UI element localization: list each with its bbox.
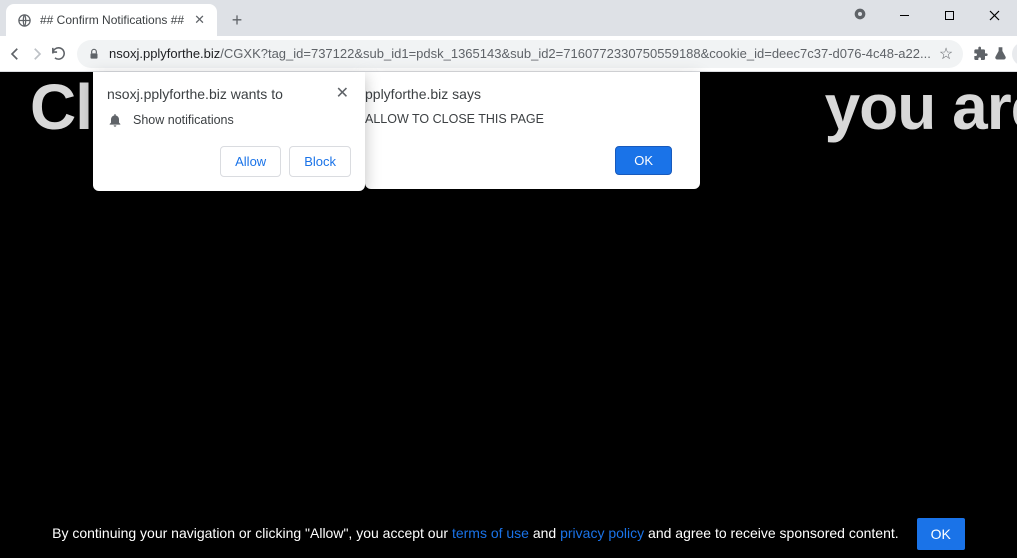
permission-label: Show notifications <box>133 113 234 127</box>
close-window-button[interactable] <box>972 0 1017 30</box>
window-controls <box>846 0 1017 34</box>
forward-button[interactable] <box>28 40 46 68</box>
toolbar: nsoxj.pplyforthe.biz/CGXK?tag_id=737122&… <box>0 36 1017 72</box>
avatar-icon <box>1012 42 1017 66</box>
privacy-link[interactable]: privacy policy <box>560 525 644 541</box>
new-tab-button[interactable]: + <box>223 6 251 34</box>
cookie-text: By continuing your navigation or clickin… <box>52 524 899 544</box>
star-icon[interactable]: ☆ <box>939 44 953 64</box>
alert-title: pplyforthe.biz says <box>365 86 686 102</box>
reload-button[interactable] <box>50 40 67 68</box>
js-alert-dialog: pplyforthe.biz says ALLOW TO CLOSE THIS … <box>365 72 700 189</box>
lab-icon[interactable] <box>993 40 1008 68</box>
terms-link[interactable]: terms of use <box>452 525 529 541</box>
tab-close-icon[interactable]: ✕ <box>192 10 207 30</box>
profile-button[interactable] <box>1012 40 1017 68</box>
permission-close-icon[interactable]: ✕ <box>334 86 351 102</box>
browser-tab[interactable]: ## Confirm Notifications ## ✕ <box>6 4 217 36</box>
lock-icon <box>87 47 101 61</box>
address-bar[interactable]: nsoxj.pplyforthe.biz/CGXK?tag_id=737122&… <box>77 40 963 68</box>
cookie-ok-button[interactable]: OK <box>917 518 965 550</box>
back-button[interactable] <box>6 40 24 68</box>
url-text: nsoxj.pplyforthe.biz/CGXK?tag_id=737122&… <box>109 46 931 61</box>
alert-ok-button[interactable]: OK <box>615 146 672 175</box>
cookie-bar: By continuing your navigation or clickin… <box>0 518 1017 550</box>
incognito-icon[interactable] <box>846 0 874 28</box>
block-button[interactable]: Block <box>289 146 351 177</box>
maximize-button[interactable] <box>927 0 972 30</box>
permission-origin: nsoxj.pplyforthe.biz wants to <box>107 86 283 102</box>
alert-message: ALLOW TO CLOSE THIS PAGE <box>365 112 686 126</box>
bell-icon <box>107 112 123 128</box>
notification-permission-popup: nsoxj.pplyforthe.biz wants to ✕ Show not… <box>93 72 365 191</box>
globe-icon <box>16 12 32 28</box>
extensions-icon[interactable] <box>973 40 989 68</box>
tab-bar: ## Confirm Notifications ## ✕ + <box>0 0 1017 36</box>
tab-title: ## Confirm Notifications ## <box>40 13 184 27</box>
minimize-button[interactable] <box>882 0 927 30</box>
allow-button[interactable]: Allow <box>220 146 281 177</box>
